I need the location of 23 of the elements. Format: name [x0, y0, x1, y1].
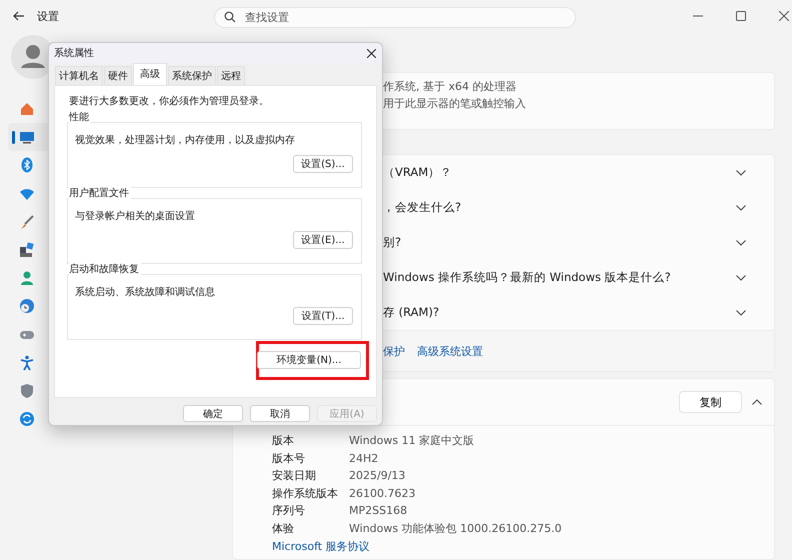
spec-value: 2025/9/13	[349, 469, 406, 482]
spec-text: 用于此显示器的笔或触控输入	[383, 96, 527, 111]
spec-value: 24H2	[349, 452, 378, 465]
spec-label: 序列号	[272, 503, 306, 518]
spec-text: 作系统, 基于 x64 的处理器	[383, 79, 518, 94]
spec-label: 体验	[272, 520, 295, 536]
group-title: 启动和故障恢复	[69, 262, 141, 276]
spec-value: Windows 11 家庭中文版	[349, 433, 474, 448]
spec-label: 版本号	[272, 450, 306, 466]
group-description: 视觉效果，处理器计划，内存使用，以及虚拟内存	[75, 134, 295, 148]
notice-text: 要进行大多数更改，你必须作为管理员登录。	[69, 94, 270, 109]
spec-label: 操作系统版本	[272, 486, 339, 501]
dialog-title: 系统属性	[54, 46, 94, 60]
spec-value: MP2SS168	[349, 504, 408, 518]
group-description: 系统启动、系统故障和调试信息	[75, 286, 215, 300]
spec-label: 安装日期	[272, 468, 317, 484]
window-title: 设置	[37, 8, 59, 24]
group-description: 与登录帐户相关的桌面设置	[75, 210, 195, 224]
spec-value: Windows 功能体验包 1000.26100.275.0	[349, 520, 562, 536]
spec-label: 版本	[272, 433, 295, 448]
group-title: 性能	[69, 110, 91, 124]
group-title: 用户配置文件	[69, 186, 131, 200]
spec-value: 26100.7623	[349, 486, 416, 500]
